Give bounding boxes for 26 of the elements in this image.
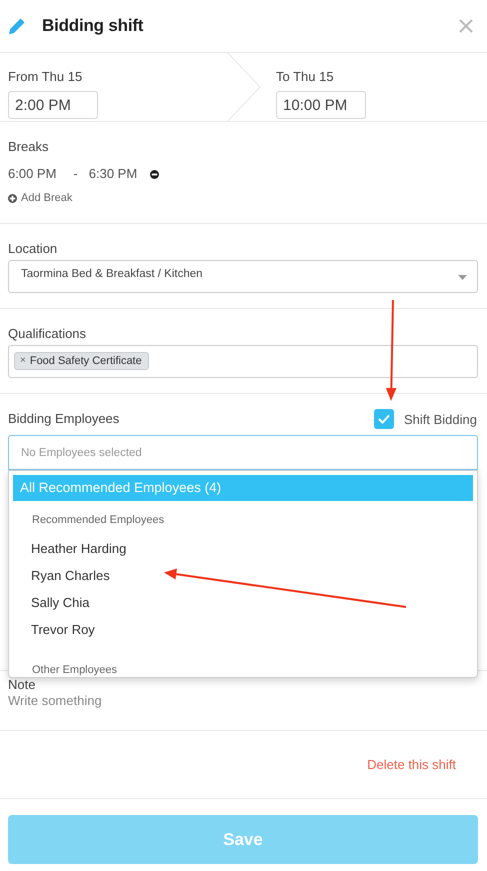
employee-option[interactable]: Sally Chia [13, 589, 473, 616]
time-input[interactable]: 2:00 PM [8, 91, 98, 119]
section-label: Bidding Employees [8, 411, 120, 427]
break-start: 6:00 PM [8, 166, 56, 182]
section-label: Breaks [8, 139, 50, 155]
group-heading: Other Employees [31, 663, 118, 677]
employees-field[interactable]: No Employees selected [8, 435, 478, 470]
section-label: Location [8, 241, 58, 257]
time-input[interactable]: 10:00 PM [276, 91, 366, 119]
add-break-link[interactable]: Add Break [8, 190, 72, 206]
checkbox-label: Shift Bidding [404, 412, 477, 426]
time-label: To Thu 15 [276, 69, 335, 85]
tag-label: Food Safety Certificate [30, 354, 142, 368]
employee-option[interactable]: Trevor Roy [13, 616, 473, 643]
employee-option[interactable]: Ryan Charles [13, 562, 473, 589]
qualifications-field[interactable]: × Food Safety Certificate [8, 345, 478, 378]
section-label: Qualifications [8, 326, 88, 342]
section-label: Note [8, 677, 36, 693]
group-heading: Recommended Employees [31, 513, 166, 528]
break-end: 6:30 PM [88, 166, 138, 182]
dialog-title: Bidding shift [42, 16, 144, 36]
employee-option[interactable]: Heather Harding [13, 535, 473, 562]
break-separator: - [73, 166, 78, 182]
location-select[interactable]: Taormina Bed & Breakfast / Kitchen [8, 260, 478, 293]
remove-tag-button[interactable]: × [20, 354, 26, 368]
time-label: From Thu 15 [8, 69, 84, 85]
